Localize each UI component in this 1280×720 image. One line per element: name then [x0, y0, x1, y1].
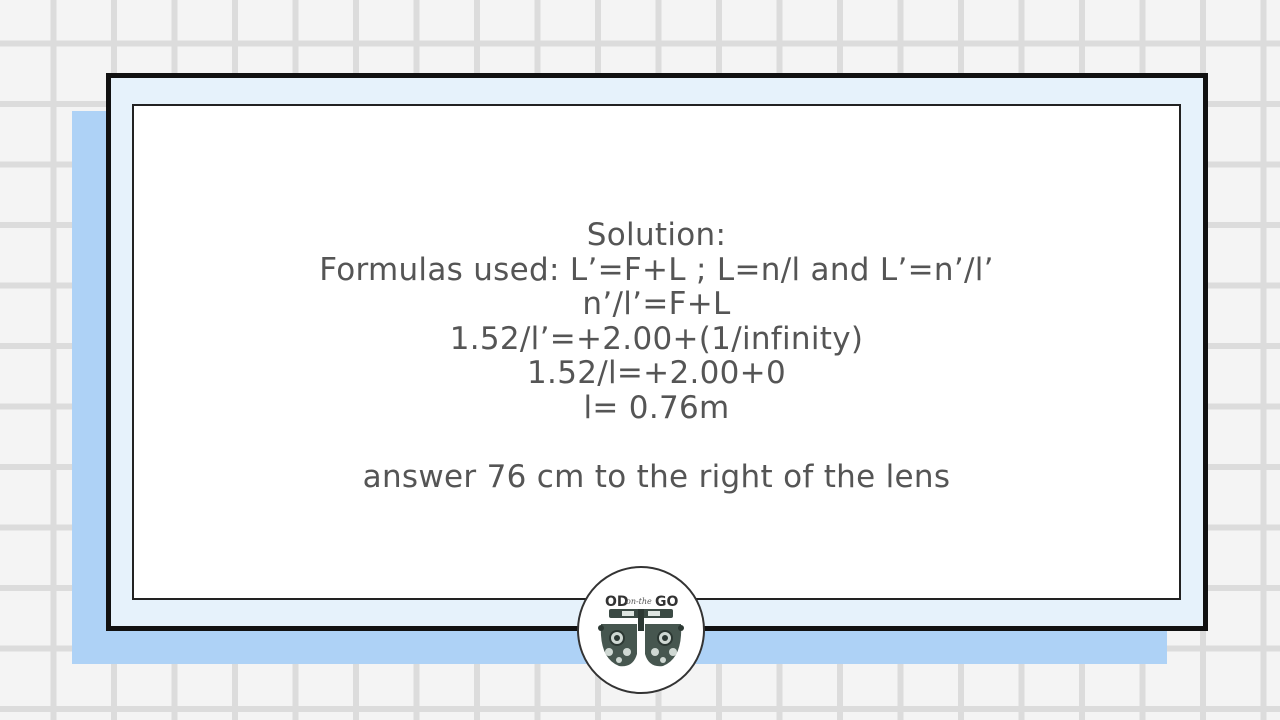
logo-text-od: OD — [605, 594, 629, 610]
phoropter-icon: OD on-the GO — [598, 594, 684, 667]
logo-text-go: GO — [655, 594, 678, 610]
formula-line-1: Formulas used: L’=F+L ; L=n/l and L’=n’/… — [319, 251, 994, 288]
formula-line-5: l= 0.76m — [583, 389, 730, 426]
solution-title: Solution: — [586, 217, 727, 253]
formula-line-3: 1.52/l’=+2.00+(1/infinity) — [449, 320, 864, 357]
od-on-the-go-logo: OD on-the GO — [577, 566, 705, 694]
formula-line-2: n’/l’=F+L — [582, 286, 731, 322]
answer-line: answer 76 cm to the right of the lens — [362, 458, 951, 495]
formula-line-4: 1.52/l=+2.00+0 — [527, 355, 786, 391]
logo-text-on-the: on-the — [626, 597, 652, 606]
solution-text-block: Solution: Formulas used: L’=F+L ; L=n/l … — [132, 218, 1181, 494]
